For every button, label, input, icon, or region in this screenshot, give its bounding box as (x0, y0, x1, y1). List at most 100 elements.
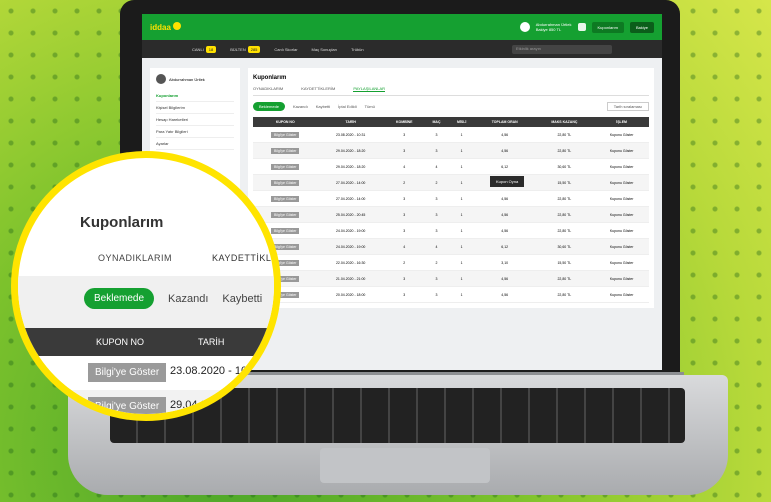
cell-m: 3 (424, 222, 449, 239)
sort-dropdown[interactable]: Tarih sıralaması (606, 102, 649, 111)
nav-item[interactable]: Canlı Skorlar (274, 47, 297, 52)
table-row: Bilgi'ye Göster 24.04.2020 - 19:00 3 3 1 4,56… (253, 222, 649, 239)
row-action[interactable]: Kuponu Göster (594, 142, 649, 159)
show-coupon-button[interactable]: Bilgi'ye Göster (271, 227, 300, 234)
tab-saved[interactable]: KAYDETTİKL (212, 253, 271, 263)
cell-m: 3 (424, 270, 449, 287)
show-coupon-button[interactable]: Bilgi'ye Göster (271, 147, 300, 154)
cell-m: 3 (424, 206, 449, 223)
row-action[interactable]: Kuponu Göster (594, 127, 649, 143)
cell-btn[interactable]: Bilgi'ye Göster (253, 174, 318, 191)
filter-4[interactable]: Tümü (365, 104, 375, 109)
sidebar-item[interactable]: Para Yatır Bilgileri (156, 126, 234, 138)
cell-w: 22,80 TL (534, 127, 595, 143)
play-coupon-button[interactable]: Kupon Oyna (490, 176, 525, 187)
cell-btn[interactable]: Bilgi'ye Göster (253, 190, 318, 207)
cell-o: 4,56 (474, 142, 535, 159)
cell-w: 22,80 TL (534, 206, 595, 223)
top-bar: iddaa Abdurrahman Ürtlek Bakiye 850 TL K… (142, 14, 662, 40)
row-action[interactable]: Kuponu Göster (594, 174, 649, 191)
cell-w: 22,80 TL (534, 222, 595, 239)
row-action[interactable]: Kuponu Göster (594, 270, 649, 287)
cell-w: 30,60 TL (534, 158, 595, 175)
row-action[interactable]: Kuponu Göster (594, 286, 649, 303)
show-coupon-button[interactable]: Bilgi'ye Göster (271, 179, 300, 186)
show-coupon-button[interactable]: Bilgi'ye Göster (271, 131, 300, 138)
table-row: Bilgi'ye Göster 23.08.2020 - 10:31 (18, 356, 274, 390)
show-coupon-button[interactable]: Bilgi'ye Göster (271, 163, 300, 170)
cell-o: 4,56 (474, 270, 535, 287)
filter-1[interactable]: Kazandı (293, 104, 308, 109)
cell-mi: 1 (448, 206, 475, 223)
cell-w: 22,80 TL (534, 142, 595, 159)
row-action[interactable]: Kuponu Göster (594, 254, 649, 271)
bell-icon[interactable] (577, 23, 586, 31)
zoom-magnifier: Kuponlarım OYNADIKLARIM KAYDETTİKL Bekle… (11, 151, 281, 421)
nav-item[interactable]: Maç Sonuçları (312, 47, 338, 52)
cell-w: 22,80 TL (534, 270, 595, 287)
filter-2[interactable]: Kaybetti (316, 104, 330, 109)
coupons-button[interactable]: Kuponlarım (591, 21, 624, 33)
tab-2[interactable]: PAYLAŞILANLAR (353, 86, 386, 92)
nav-item[interactable]: BÜLTEN 285 (230, 45, 261, 53)
sidebar-item[interactable]: Ayarlar (156, 138, 234, 150)
filter-0[interactable]: Beklemede (253, 102, 286, 111)
show-coupon-button[interactable]: Bilgi'ye Göster (271, 211, 300, 218)
cell-mi: 1 (448, 238, 475, 255)
table-row: Bilgi'ye Göster 21.04.2020 - 21:00 3 3 1 4,56… (253, 270, 649, 287)
row-action[interactable]: Kuponu Göster (594, 238, 649, 255)
sidebar-item[interactable]: Hesap Hareketleri (156, 114, 234, 126)
table-row: Bilgi'ye Göster 23.08.2020 - 10:31 3 3 1 4,56… (253, 127, 649, 143)
cell-k: 3 (383, 127, 425, 143)
show-coupon-button[interactable]: Bilgi'ye Göster (88, 397, 167, 414)
cell-o: 4,56 (474, 286, 535, 303)
column-header: İŞLEM (594, 117, 649, 127)
cell-btn[interactable]: Bilgi'ye Göster (253, 158, 318, 175)
row-action[interactable]: Kuponu Göster (594, 158, 649, 175)
main-nav: CANLI 18 BÜLTEN 285 Canlı Skorlar Maç Sonuçla… (142, 40, 662, 58)
cell-m: 3 (424, 190, 449, 207)
logo[interactable]: iddaa (150, 22, 181, 32)
avatar[interactable] (519, 22, 530, 32)
table-row: Bilgi'ye Göster 25.04.2020 - 20:45 3 3 1 4,56… (253, 206, 649, 223)
table-row: Bilgi'ye Göster 24.04.2020 - 19:00 4 4 1 6,12… (253, 238, 649, 255)
cell-o: 3,10 (474, 254, 535, 271)
table-row: Bilgi'ye Göster27.04.2020 - 14:002213,10… (253, 174, 649, 191)
col-date: TARİH (198, 337, 225, 347)
filter-3[interactable]: İptal Edildi (338, 104, 356, 109)
cell-w: 22,80 TL (534, 190, 595, 207)
cell-mi: 1 (448, 270, 475, 287)
filter-won[interactable]: Kazandı (168, 293, 208, 305)
laptop-trackpad (320, 448, 490, 483)
nav-item[interactable]: CANLI 18 (192, 45, 217, 53)
row-action[interactable]: Kuponu Göster (594, 222, 649, 239)
filter-lost[interactable]: Kaybetti (222, 293, 262, 305)
coupon-tabs: OYNADIKLARIM KAYDETTİKLERİM PAYLAŞILANLAR (253, 86, 649, 96)
show-coupon-button[interactable]: Bilgi'ye Göster (271, 195, 300, 202)
row-action[interactable]: Kuponu Göster (594, 190, 649, 207)
tab-1[interactable]: KAYDETTİKLERİM (301, 86, 335, 92)
balance-button[interactable]: Bakiye (629, 21, 654, 33)
zoom-table-header: KUPON NO TARİH (18, 328, 274, 356)
sidebar-item[interactable]: Kişisel Bilgilerim (156, 102, 234, 114)
cell-btn[interactable]: Bilgi'ye Göster (253, 142, 318, 159)
column-header: KOMBİNE (383, 117, 425, 127)
table-row: Bilgi'ye Göster 22.04.2020 - 16:30 2 2 1 3,10… (253, 254, 649, 271)
cell-o: 6,12 (474, 158, 535, 175)
search-input[interactable]: Etkinlik arayın (512, 44, 612, 54)
tab-0[interactable]: OYNADIKLARIM (253, 86, 283, 92)
zoom-title: Kuponlarım (80, 214, 164, 231)
nav-item[interactable]: Trübün (351, 47, 364, 52)
column-header: TARİH (317, 117, 384, 127)
filter-pending[interactable]: Beklemede (84, 288, 155, 309)
row-action[interactable]: Kuponu Göster (594, 206, 649, 223)
cell-date: 25.04.2020 - 20:45 (317, 206, 384, 223)
show-coupon-button[interactable]: Bilgi'ye Göster (88, 363, 167, 382)
table-row: Bilgi'ye Göster 29.04.2020 - 18:20 4 4 1 6,12… (253, 158, 649, 175)
tab-played[interactable]: OYNADIKLARIM (98, 253, 172, 263)
sidebar-item[interactable]: Kuponlarım (156, 90, 234, 102)
cell-o: 4,56 (474, 222, 535, 239)
zoom-filters: Beklemede Kazandı Kaybetti (84, 288, 262, 309)
cell-k: 3 (383, 286, 425, 303)
cell-btn[interactable]: Bilgi'ye Göster (253, 127, 318, 143)
